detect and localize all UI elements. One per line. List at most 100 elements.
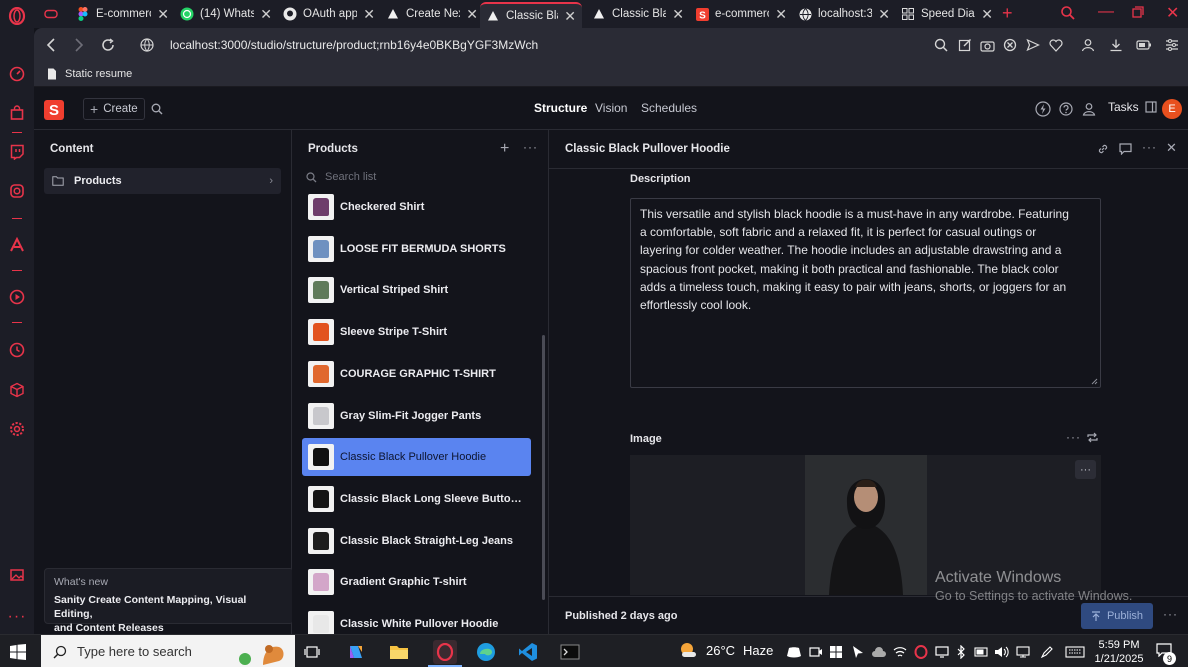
tab-classic-black[interactable]: Classic Black ✕: [586, 2, 690, 26]
close-icon[interactable]: ✕: [363, 6, 375, 23]
keyboard-icon[interactable]: [1063, 642, 1087, 662]
vscode-icon[interactable]: [518, 642, 538, 662]
player-icon[interactable]: [7, 287, 27, 307]
meet-icon[interactable]: [806, 642, 826, 662]
taskbar-search-box[interactable]: Type here to search: [41, 635, 295, 667]
close-icon[interactable]: ✕: [775, 6, 787, 23]
easy-setup-menu-icon[interactable]: [1163, 36, 1181, 54]
search-tabs-icon[interactable]: [1060, 5, 1076, 21]
presence-users-icon[interactable]: [1082, 102, 1096, 116]
defender-icon[interactable]: [826, 642, 846, 662]
tab-classic-black-active[interactable]: Classic Black ✕: [480, 2, 582, 28]
resize-handle-icon[interactable]: [1091, 378, 1098, 385]
create-button[interactable]: + Create: [83, 98, 145, 120]
more-options-icon[interactable]: ···: [523, 140, 538, 154]
whats-new-card[interactable]: What's new Sanity Create Content Mapping…: [44, 568, 294, 634]
more-dots-icon[interactable]: ···: [7, 607, 27, 627]
shopping-bag-icon[interactable]: [7, 103, 27, 123]
display-icon[interactable]: [932, 642, 952, 662]
back-arrow-icon[interactable]: [42, 36, 60, 54]
new-tab-plus-icon[interactable]: +: [1002, 3, 1013, 24]
image-options-icon[interactable]: ···: [1075, 460, 1096, 479]
file-explorer-icon[interactable]: [389, 642, 409, 662]
send-icon[interactable]: [1024, 36, 1042, 54]
comment-icon[interactable]: [1119, 143, 1132, 155]
extensions-cube-icon[interactable]: [7, 380, 27, 400]
tab-create-next[interactable]: Create Next ✕: [380, 2, 484, 26]
heart-icon[interactable]: [1047, 36, 1065, 54]
product-list-item[interactable]: Classic Black Pullover Hoodie: [302, 438, 531, 477]
search-icon[interactable]: [151, 103, 163, 115]
close-pane-icon[interactable]: ✕: [1166, 140, 1177, 156]
image-more-icon[interactable]: ···: [1066, 430, 1081, 444]
scrollbar[interactable]: [542, 335, 545, 600]
tab-speed-dial[interactable]: Speed Dial ✕: [895, 2, 999, 26]
product-list-item[interactable]: Checkered Shirt: [302, 188, 531, 226]
add-product-plus-icon[interactable]: +: [500, 140, 509, 158]
download-icon[interactable]: [1107, 36, 1125, 54]
volume-icon[interactable]: [992, 642, 1012, 662]
profile-icon[interactable]: [1079, 36, 1097, 54]
history-icon[interactable]: [7, 340, 27, 360]
description-textarea[interactable]: This versatile and stylish black hoodie …: [630, 198, 1101, 388]
product-list-item[interactable]: Classic White Pullover Hoodie: [302, 605, 531, 634]
product-list-item[interactable]: Vertical Striped Shirt: [302, 271, 531, 309]
restore-icon[interactable]: [1132, 6, 1144, 18]
content-item-products[interactable]: Products ›: [44, 168, 281, 194]
wifi-icon[interactable]: [890, 642, 910, 662]
copilot-icon[interactable]: [346, 642, 366, 662]
tab-sanity[interactable]: S e-commerc ✕: [689, 2, 793, 26]
close-icon[interactable]: ✕: [981, 6, 993, 23]
product-list-item[interactable]: Classic Black Straight-Leg Jeans: [302, 522, 531, 560]
opera-taskbar-icon[interactable]: [433, 640, 457, 664]
tab-figma[interactable]: E-commerc ✕: [70, 2, 175, 26]
opera-tray-icon[interactable]: [911, 642, 931, 662]
tab-whatsapp[interactable]: (14) WhatsA ✕: [174, 2, 278, 26]
sanity-logo[interactable]: S: [44, 100, 64, 120]
lightning-icon[interactable]: [1035, 101, 1051, 117]
tab-vision[interactable]: Vision: [595, 101, 627, 115]
avatar[interactable]: E: [1162, 99, 1182, 119]
discord-icon[interactable]: [784, 642, 804, 662]
close-icon[interactable]: ✕: [260, 6, 272, 23]
url-text[interactable]: localhost:3000/studio/structure/product;…: [170, 38, 538, 52]
more-options-icon[interactable]: ···: [1142, 140, 1157, 154]
speed-icon[interactable]: [7, 64, 27, 84]
close-icon[interactable]: ✕: [672, 6, 684, 23]
battery-icon[interactable]: [972, 642, 992, 662]
product-list-item[interactable]: Classic Black Long Sleeve Button...: [302, 480, 531, 518]
edit-icon[interactable]: [956, 36, 974, 54]
product-list-item[interactable]: Sleeve Stripe T-Shirt: [302, 313, 531, 351]
forward-arrow-icon[interactable]: [70, 36, 88, 54]
product-list-item[interactable]: COURAGE GRAPHIC T-SHIRT: [302, 355, 531, 393]
weather-widget[interactable]: 26°C Haze: [678, 641, 773, 659]
terminal-icon[interactable]: [560, 642, 580, 662]
minimize-icon[interactable]: —: [1098, 3, 1114, 21]
link-icon[interactable]: [1097, 143, 1109, 155]
task-view-icon[interactable]: [302, 642, 322, 662]
zoom-icon[interactable]: [932, 36, 950, 54]
instagram-icon[interactable]: [7, 181, 27, 201]
aria-icon[interactable]: [7, 235, 27, 255]
tab-gamepad[interactable]: [38, 2, 68, 26]
reload-icon[interactable]: [99, 36, 117, 54]
close-icon[interactable]: ✕: [157, 6, 169, 23]
windows-start-icon[interactable]: [8, 642, 28, 662]
network-ethernet-icon[interactable]: [1013, 642, 1033, 662]
site-info-globe-icon[interactable]: [138, 36, 156, 54]
help-icon[interactable]: [1059, 102, 1073, 116]
sync-icon[interactable]: [1086, 431, 1099, 444]
image-field[interactable]: ···: [630, 455, 1101, 595]
publish-button[interactable]: Publish: [1081, 603, 1153, 629]
product-list-item[interactable]: LOOSE FIT BERMUDA SHORTS: [302, 230, 531, 268]
tab-localhost[interactable]: localhost:30 ✕: [792, 2, 896, 26]
window-close-icon[interactable]: ✕: [1166, 3, 1179, 23]
tab-structure[interactable]: Structure: [534, 101, 587, 115]
bluetooth-icon[interactable]: [951, 642, 971, 662]
more-actions-icon[interactable]: ···: [1163, 607, 1178, 621]
camera-icon[interactable]: [978, 36, 996, 54]
product-list-item[interactable]: Gradient Graphic T-shirt: [302, 563, 531, 601]
bookmark-static-resume[interactable]: Static resume: [47, 68, 132, 80]
cloud-icon[interactable]: [869, 642, 889, 662]
opera-logo-icon[interactable]: [7, 6, 27, 26]
